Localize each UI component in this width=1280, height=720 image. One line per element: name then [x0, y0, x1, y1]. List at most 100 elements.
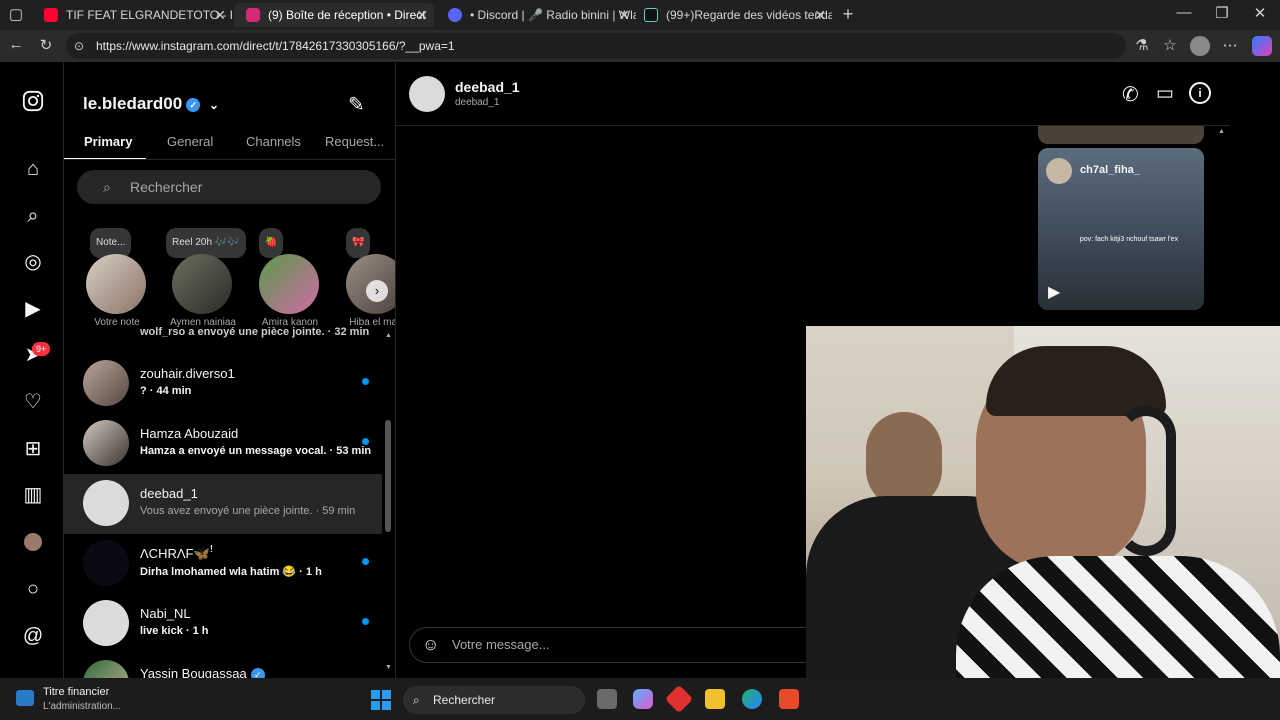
list-item[interactable]: ΛCHRΛF🦋ꜝ Dirha lmohamed wla hatim 😂 · 1 …: [64, 534, 382, 594]
tab-title: (9) Boîte de réception • Direct: [268, 8, 426, 22]
video-call-icon[interactable]: ▭: [1156, 82, 1174, 105]
instagram-logo-icon[interactable]: [21, 90, 45, 114]
close-tab-icon[interactable]: ✕: [416, 3, 428, 27]
widget-title[interactable]: Titre financier: [43, 686, 109, 698]
browser-tab-tiktok[interactable]: (99+)Regarde des vidéos tendanc ✕: [632, 3, 832, 27]
back-icon[interactable]: ←: [6, 36, 26, 53]
note-bubble: 🍓: [259, 228, 284, 258]
app-icon[interactable]: [664, 684, 694, 714]
taskbar-search-label: Rechercher: [433, 693, 496, 707]
task-view-icon[interactable]: [597, 689, 617, 709]
extensions-icon[interactable]: ⚗: [1132, 36, 1152, 54]
list-item[interactable]: zouhair.diverso1 ? · 44 min: [64, 354, 382, 414]
close-tab-icon[interactable]: ✕: [814, 3, 826, 27]
list-item[interactable]: Hamza Abouzaid Hamza a envoyé un message…: [64, 414, 382, 474]
list-item-partial[interactable]: wolf_rso a envoyé une pièce jointe. · 32…: [140, 326, 369, 338]
conversation-name: Nabi_NL: [140, 606, 191, 621]
note-bubble: 🎀: [346, 228, 371, 258]
close-window-icon[interactable]: ✕: [1250, 4, 1270, 22]
instagram-nav-rail: ⌂ ⌕ ◎ ▶ ➤ 9+ ♡ ⊞ ▥ ○ @: [0, 62, 64, 678]
scrollbar-thumb[interactable]: [385, 420, 391, 532]
reel-attachment[interactable]: ch7al_fiha_ pov: fach kitji3 nchouf tsaw…: [1038, 148, 1204, 310]
avatar: [259, 254, 319, 314]
chevron-down-icon: ⌄: [208, 98, 220, 112]
file-explorer-icon[interactable]: [705, 689, 725, 709]
explore-icon[interactable]: ◎: [21, 250, 45, 274]
minimize-icon[interactable]: —: [1174, 4, 1194, 21]
emoji-icon[interactable]: ☺: [422, 628, 439, 662]
webcam-overlay: [806, 326, 1280, 720]
profile-avatar[interactable]: [1190, 36, 1210, 56]
threads-circle-icon[interactable]: ○: [21, 577, 45, 601]
conversation-name: deebad_1: [140, 486, 198, 501]
menu-icon[interactable]: ⋯: [1220, 36, 1240, 54]
favorites-icon[interactable]: ☆: [1160, 36, 1180, 54]
url-input[interactable]: ⊙ https://www.instagram.com/direct/t/178…: [66, 33, 1126, 59]
create-icon[interactable]: ⊞: [21, 437, 45, 461]
start-icon[interactable]: [371, 690, 391, 710]
browser-tab-youtube[interactable]: TIF FEAT ELGRANDETOTO - KAFIN ✕: [32, 3, 232, 27]
avatar: [86, 254, 146, 314]
scroll-up-icon[interactable]: ▲: [1218, 128, 1225, 135]
tab-indicator: [64, 158, 146, 159]
instagram-icon: [246, 8, 260, 22]
verified-icon: ✓: [250, 667, 265, 678]
person-right-hair: [986, 346, 1166, 416]
address-bar: ← ↻ ⊙ https://www.instagram.com/direct/t…: [0, 30, 1280, 62]
conversation-name: Yassin Bougassaa ✓: [140, 666, 265, 678]
phone-icon[interactable]: ✆: [1122, 82, 1139, 107]
close-tab-icon[interactable]: ✕: [618, 3, 630, 27]
widgets-icon[interactable]: [16, 690, 34, 706]
edge-icon[interactable]: [742, 689, 762, 709]
threads-icon[interactable]: @: [21, 624, 45, 648]
reels-icon[interactable]: ▶: [21, 297, 45, 321]
unread-badge: 9+: [32, 342, 51, 356]
profile-avatar[interactable]: [24, 533, 42, 551]
previous-reel-attachment[interactable]: [1038, 126, 1204, 144]
search-icon: ⌕: [103, 179, 111, 195]
close-tab-icon[interactable]: ✕: [214, 3, 226, 27]
inbox-panel: le.bledard00 ✓ ⌄ ✎ Primary General Channe…: [64, 62, 396, 678]
tab-requests[interactable]: Request...: [325, 134, 384, 149]
tab-primary[interactable]: Primary: [84, 134, 132, 149]
list-item[interactable]: Nabi_NL live kick · 1 h: [64, 594, 382, 654]
scroll-down-icon[interactable]: ▼: [385, 664, 392, 671]
avatar[interactable]: [409, 76, 445, 112]
list-item-selected[interactable]: deebad_1 Vous avez envoyé une pièce join…: [64, 474, 382, 534]
copilot-icon[interactable]: [633, 689, 653, 709]
browser-tab-discord[interactable]: • Discord | 🎤 Radio binini | Wlad ✕: [436, 3, 636, 27]
search-input[interactable]: ⌕ Rechercher: [77, 170, 381, 204]
chat-title[interactable]: deebad_1: [455, 79, 520, 95]
conversation-preview: Vous avez envoyé une pièce jointe. · 59 …: [140, 505, 356, 517]
chat-handle: deebad_1: [455, 97, 500, 108]
reload-icon[interactable]: ↻: [36, 36, 56, 54]
avatar: [83, 420, 129, 466]
maximize-icon[interactable]: ❐: [1212, 4, 1232, 22]
store-icon[interactable]: [779, 689, 799, 709]
headset-icon: [1116, 406, 1176, 556]
tab-title: • Discord | 🎤 Radio binini | Wlad: [470, 8, 636, 22]
search-icon[interactable]: ⌕: [21, 204, 45, 228]
dashboard-icon[interactable]: ▥: [21, 483, 45, 507]
discord-icon: [448, 8, 462, 22]
new-tab-icon[interactable]: +: [838, 4, 858, 25]
tab-general[interactable]: General: [167, 134, 213, 149]
tab-actions-icon[interactable]: ▢: [6, 5, 26, 23]
list-item[interactable]: Yassin Bougassaa ✓: [64, 654, 382, 678]
chat-scrollbar[interactable]: ▲: [1218, 128, 1226, 328]
site-info-icon[interactable]: ⊙: [74, 33, 84, 59]
new-message-icon[interactable]: ✎: [348, 92, 365, 117]
next-notes-button[interactable]: ›: [366, 280, 388, 302]
info-icon[interactable]: i: [1189, 82, 1211, 104]
tab-channels[interactable]: Channels: [246, 134, 301, 149]
home-icon[interactable]: ⌂: [21, 157, 45, 181]
browser-tab-instagram[interactable]: (9) Boîte de réception • Direct ✕: [234, 3, 434, 27]
reel-username: ch7al_fiha_: [1080, 164, 1140, 176]
conversation-name: Hamza Abouzaid: [140, 426, 239, 441]
account-switcher[interactable]: le.bledard00 ✓ ⌄: [83, 94, 219, 114]
scroll-up-icon[interactable]: ▲: [385, 332, 392, 339]
taskbar-search[interactable]: ⌕ Rechercher: [403, 686, 585, 714]
scrollbar[interactable]: ▲ ▼: [384, 332, 392, 672]
notifications-icon[interactable]: ♡: [21, 390, 45, 414]
copilot-icon[interactable]: [1252, 36, 1272, 56]
